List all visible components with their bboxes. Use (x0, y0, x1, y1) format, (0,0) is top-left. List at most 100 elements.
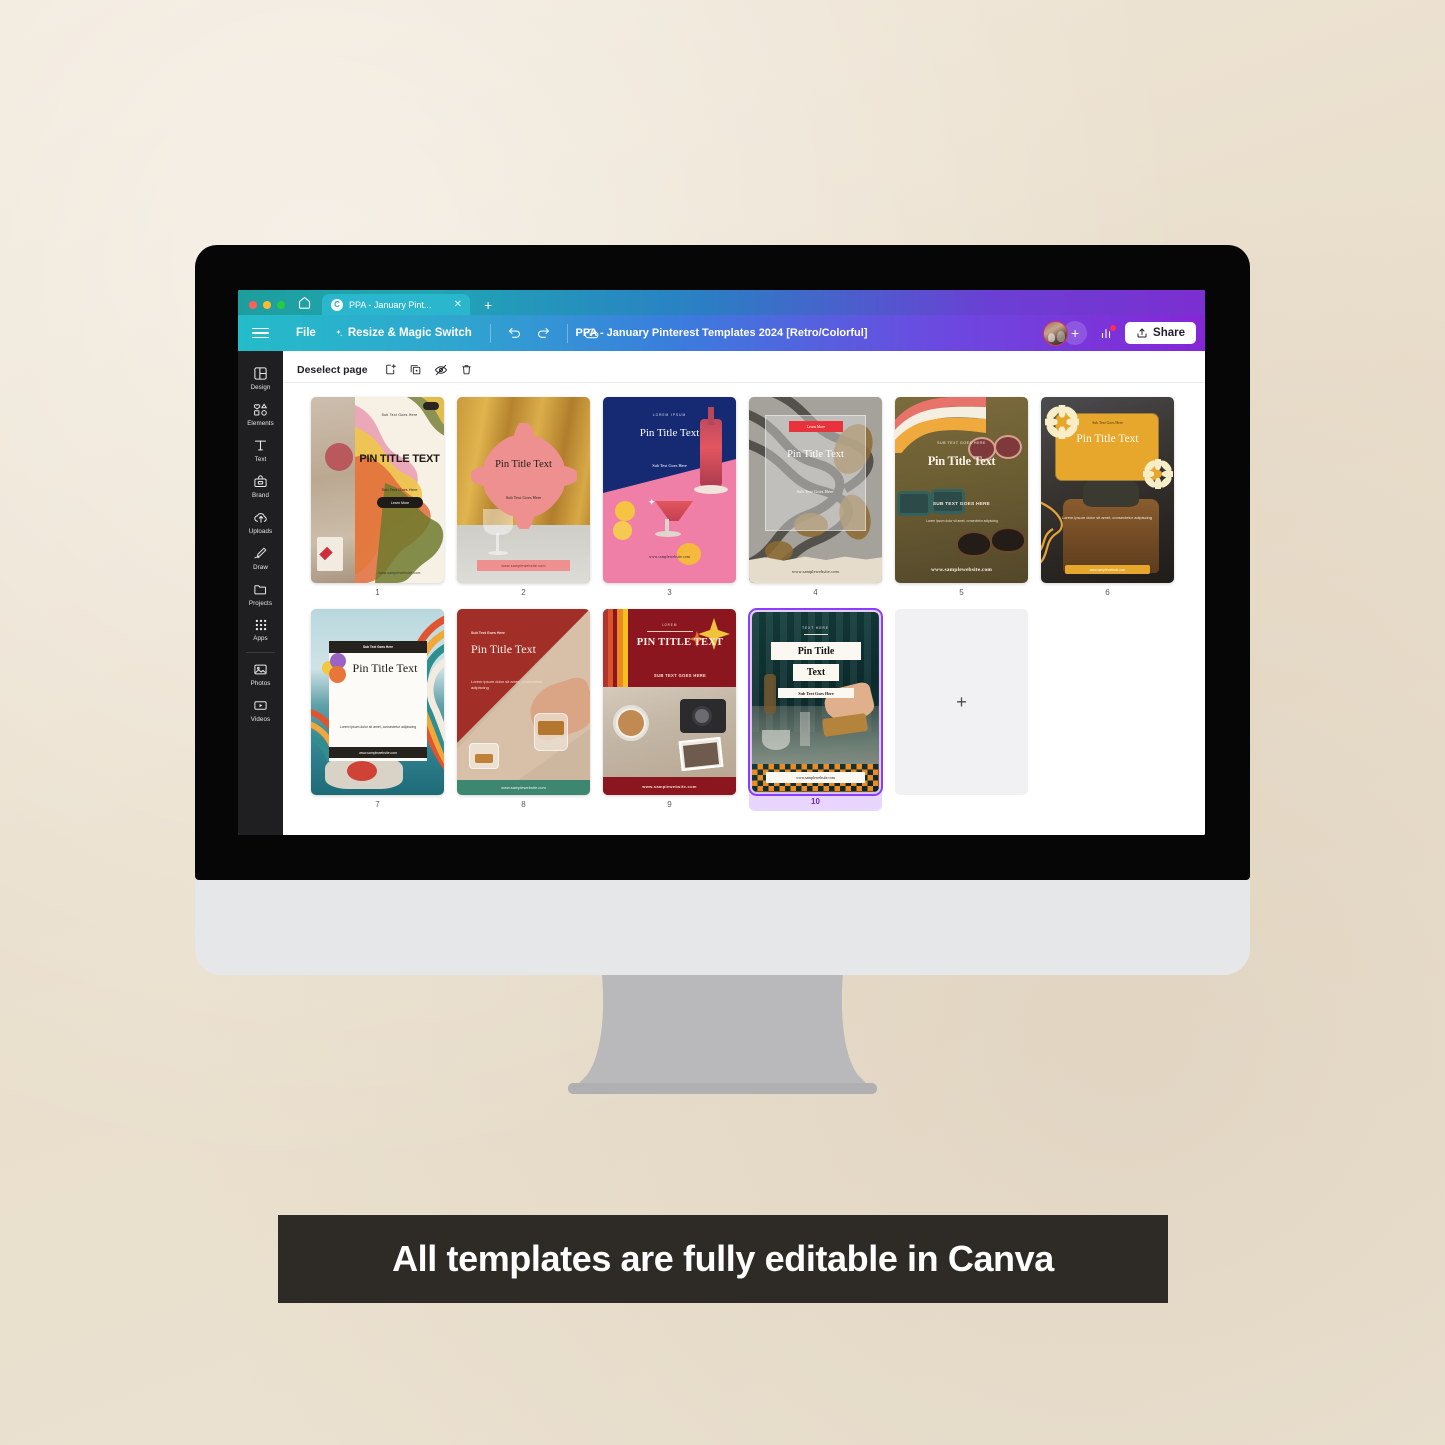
home-icon[interactable] (295, 295, 322, 315)
page-cell-2[interactable]: Pin Title Text Sub Text Goes Here www.sa… (457, 397, 590, 599)
resize-magic-switch-button[interactable]: Resize & Magic Switch (325, 322, 481, 344)
sidebar-item-design[interactable]: Design (238, 360, 283, 396)
deselect-page-button[interactable]: Deselect page (297, 364, 368, 376)
eye-slash-icon[interactable] (428, 360, 454, 380)
page-cell-6[interactable]: Sub Text Goes Here Pin Title Text Lorem … (1041, 397, 1174, 599)
sidebar-label: Design (250, 384, 271, 391)
sidebar-item-brand[interactable]: Brand (238, 468, 283, 504)
page-cell-5[interactable]: SUB TEXT GOES HERE Pin Title Text SUB TE… (895, 397, 1028, 599)
undo-icon[interactable] (500, 326, 529, 341)
page-number: 7 (375, 800, 380, 809)
sidebar-label: Text (254, 456, 267, 463)
page-cell-9[interactable]: LOREM PIN TITLE TEXT SUB TEXT GOES HERE … (603, 609, 736, 811)
thumb-url: www.samplewebsite.com (796, 775, 835, 780)
page-thumbnail[interactable]: ✦ LOREM IPSUM Pin Title Text Sub Text Go… (603, 397, 736, 583)
page-thumbnail[interactable]: Pin Title Text Sub Text Goes Here www.sa… (457, 397, 590, 583)
thumb-title: Pin Title Text (787, 449, 844, 460)
sidebar-item-uploads[interactable]: Uploads (238, 504, 283, 540)
trash-icon[interactable] (454, 360, 479, 379)
thumb-subtitle: Sub Text Goes Here (1092, 421, 1123, 425)
share-button[interactable]: Share (1125, 322, 1196, 344)
sidebar-item-elements[interactable]: Elements (238, 396, 283, 432)
sidebar-label: Brand (251, 492, 269, 499)
page-number: 4 (813, 588, 818, 597)
sidebar-item-projects[interactable]: Projects (238, 576, 283, 612)
new-tab-icon[interactable]: + (470, 298, 504, 315)
add-page-cell[interactable]: + (895, 609, 1028, 811)
duplicate-page-icon[interactable] (403, 360, 428, 379)
text-t-icon (253, 438, 268, 453)
minimize-window-button[interactable] (263, 301, 271, 309)
page-thumbnail[interactable]: SUB TEXT GOES HERE Pin Title Text SUB TE… (895, 397, 1028, 583)
thumb-subtitle: Sub Text Goes Here (798, 690, 834, 696)
page-number: 3 (667, 588, 672, 597)
layout-icon (253, 366, 268, 381)
page-cell-3[interactable]: ✦ LOREM IPSUM Pin Title Text Sub Text Go… (603, 397, 736, 599)
page-thumbnail[interactable]: Sub Text Goes Here Pin Title Text Lorem … (311, 609, 444, 795)
thumb-cta: Learn More (806, 424, 826, 429)
page-cell-1[interactable]: Sub Text Goes Here PIN TITLE TEXT Sub Te… (311, 397, 444, 599)
page-thumbnail[interactable]: Sub Text Goes Here Pin Title Text Lorem … (457, 609, 590, 795)
sidebar-label: Videos (250, 716, 271, 723)
browser-tab-title: PPA - January Pint... (349, 299, 432, 310)
file-menu-button[interactable]: File (287, 322, 325, 344)
redo-icon[interactable] (529, 326, 558, 341)
page-cell-10[interactable]: TEXT HERE Pin Title Text Sub Text Goes H… (747, 607, 884, 811)
page-number: 6 (1105, 588, 1110, 597)
sidebar-label: Uploads (248, 528, 273, 535)
monitor-chin (195, 880, 1250, 975)
upload-cloud-icon (253, 510, 269, 525)
add-page-icon[interactable] (378, 360, 403, 379)
page-cell-7[interactable]: Sub Text Goes Here Pin Title Text Lorem … (311, 609, 444, 811)
close-window-button[interactable] (249, 301, 257, 309)
hamburger-icon[interactable] (252, 327, 269, 339)
page-thumbnail[interactable]: Sub Text Goes Here PIN TITLE TEXT Sub Te… (311, 397, 444, 583)
insights-button[interactable] (1087, 325, 1123, 340)
page-grid-scroll[interactable]: Sub Text Goes Here PIN TITLE TEXT Sub Te… (283, 383, 1205, 835)
page-number-placeholder (895, 795, 1028, 811)
thumb-url: www.samplewebsite.com (501, 785, 546, 790)
thumb-url: www.samplewebsite.com (930, 567, 993, 573)
thumb-subtitle: Sub Text Goes Here (471, 631, 505, 635)
thumb-subtitle: Sub Text Goes Here (381, 413, 418, 417)
sidebar-item-videos[interactable]: Videos (238, 692, 283, 728)
sidebar-label: Draw (253, 564, 268, 571)
folder-icon (253, 582, 268, 597)
toolbar-right-group: + Share (1043, 320, 1196, 346)
thumb-cta: Learn More (390, 500, 410, 505)
cloud-check-icon[interactable] (577, 325, 607, 341)
browser-tab[interactable]: C PPA - January Pint... ✕ (322, 294, 470, 315)
add-page-placeholder[interactable]: + (895, 609, 1028, 795)
resize-label: Resize & Magic Switch (347, 327, 472, 339)
page-number: 2 (521, 588, 526, 597)
sidebar-item-draw[interactable]: Draw (238, 540, 283, 576)
sidebar-item-apps[interactable]: Apps (238, 612, 283, 647)
thumb-body: Lorem ipsum dolor sit amet, consectetur … (471, 679, 543, 691)
sidebar-item-text[interactable]: Text (238, 432, 283, 468)
thumb-subtitle: Sub Text Goes Here (796, 489, 834, 494)
sparkle-icon: ✦ (648, 497, 656, 507)
window-traffic-lights[interactable] (238, 301, 295, 315)
plus-icon[interactable]: + (956, 692, 967, 713)
page-cell-8[interactable]: Sub Text Goes Here Pin Title Text Lorem … (457, 609, 590, 811)
share-label: Share (1153, 327, 1185, 339)
thumb-body: Lorem ipsum dolor sit amet, consectetur … (339, 725, 417, 729)
maximize-window-button[interactable] (277, 301, 285, 309)
app-body: Design Elements Text Brand Uploads Draw … (238, 351, 1205, 835)
sidebar-label: Apps (253, 635, 268, 642)
left-sidebar: Design Elements Text Brand Uploads Draw … (238, 351, 283, 835)
page-thumbnail[interactable]: Sub Text Goes Here Pin Title Text Lorem … (1041, 397, 1174, 583)
page-thumbnail[interactable]: TEXT HERE Pin Title Text Sub Text Goes H… (747, 607, 884, 797)
sidebar-label: Projects (248, 600, 273, 607)
sidebar-label: Photos (250, 680, 271, 687)
thumb-url: www.samplewebsite.com (642, 783, 697, 789)
page-thumbnail[interactable]: Learn More Pin Title Text Sub Text Goes … (749, 397, 882, 583)
page-cell-4[interactable]: Learn More Pin Title Text Sub Text Goes … (749, 397, 882, 599)
sidebar-item-photos[interactable]: Photos (238, 656, 283, 692)
thumb-title: Pin Title Text (1076, 433, 1139, 445)
thumb-title: PIN TITLE TEXT (636, 637, 724, 648)
avatar[interactable] (1043, 320, 1069, 346)
page-grid: Sub Text Goes Here PIN TITLE TEXT Sub Te… (283, 397, 1205, 811)
close-tab-icon[interactable]: ✕ (452, 299, 462, 310)
page-thumbnail[interactable]: LOREM PIN TITLE TEXT SUB TEXT GOES HERE … (603, 609, 736, 795)
